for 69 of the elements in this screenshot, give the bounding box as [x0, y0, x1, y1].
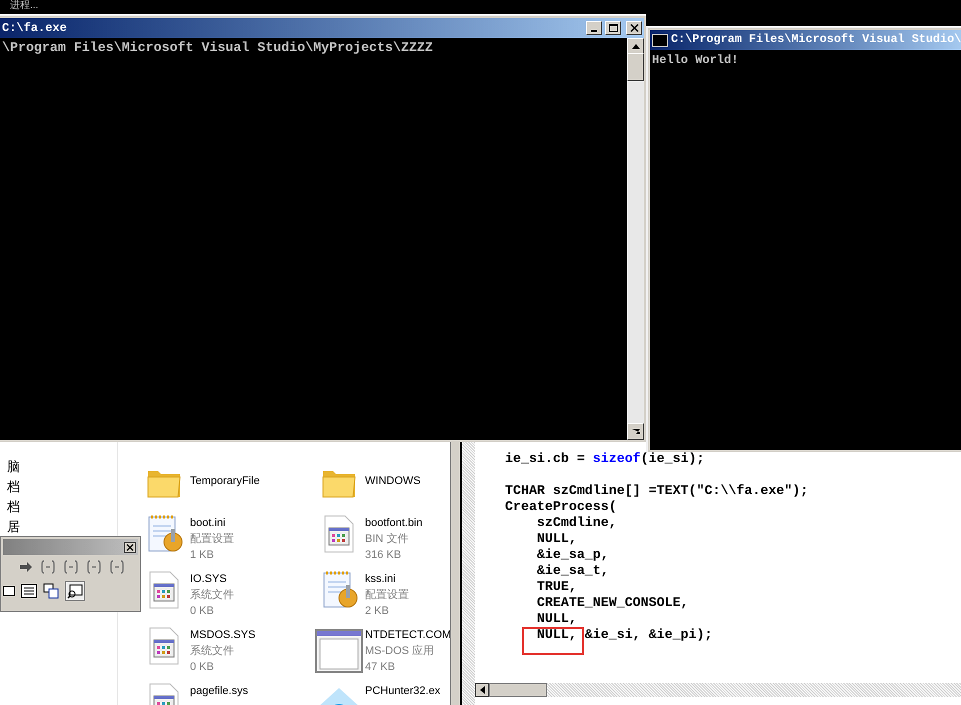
- file-name[interactable]: NTDETECT.COM: [365, 627, 452, 643]
- inspect-button[interactable]: [65, 581, 85, 601]
- windows-icon[interactable]: [43, 583, 59, 599]
- file-name[interactable]: MSDOS.SYS: [190, 627, 256, 643]
- scrollbar[interactable]: [450, 440, 460, 705]
- left-arrow-icon: [480, 686, 484, 694]
- file-name[interactable]: boot.ini: [190, 515, 226, 531]
- code-line: szCmdline,: [536, 515, 618, 531]
- close-icon[interactable]: [124, 542, 136, 552]
- braces-icon[interactable]: [86, 559, 102, 575]
- braces-icon[interactable]: [63, 559, 79, 575]
- scroll-thumb[interactable]: [489, 683, 547, 697]
- file-size: 47 KB: [365, 660, 395, 675]
- vertical-scrollbar[interactable]: [627, 38, 644, 440]
- list-icon[interactable]: [21, 584, 37, 598]
- code-line: &ie_sa_t,: [536, 563, 610, 579]
- code-line: CREATE_NEW_CONSOLE,: [536, 595, 690, 611]
- code-line: ie_si.cb = sizeof(ie_si);: [505, 451, 706, 467]
- code-line: TRUE,: [536, 579, 578, 595]
- file-name[interactable]: WINDOWS: [365, 472, 421, 488]
- file-name[interactable]: TemporaryFile: [190, 472, 260, 488]
- code-line: &ie_sa_p,: [536, 547, 610, 563]
- window-icon[interactable]: [315, 626, 363, 674]
- close-button[interactable]: [626, 21, 642, 35]
- maximize-button[interactable]: [605, 21, 621, 35]
- file-name[interactable]: IO.SYS: [190, 571, 227, 587]
- file-type: BIN 文件: [365, 532, 408, 547]
- file-type: 配置设置: [190, 532, 234, 547]
- tree-item[interactable]: 脑: [7, 457, 20, 477]
- file-name[interactable]: bootfont.bin: [365, 515, 422, 531]
- up-arrow-icon: [632, 44, 640, 49]
- console-icon: [652, 34, 668, 46]
- minimize-button[interactable]: [586, 21, 602, 35]
- file-type: 配置设置: [365, 588, 409, 603]
- code-line: NULL,: [536, 611, 578, 627]
- arrow-icon[interactable]: [19, 561, 33, 573]
- file-type: MS-DOS 应用: [365, 644, 434, 659]
- file-name[interactable]: kss.ini: [365, 571, 396, 587]
- code-line: TCHAR szCmdline[] =TEXT("C:\\fa.exe");: [505, 483, 808, 499]
- tree-item[interactable]: 档: [7, 477, 20, 497]
- scroll-left-button[interactable]: [475, 683, 489, 697]
- tree-item[interactable]: 居: [7, 517, 20, 537]
- close-icon: [628, 22, 640, 34]
- file-type: 系统文件: [190, 588, 234, 603]
- minimize-icon: [591, 30, 597, 32]
- status-text: 进程...: [10, 0, 38, 12]
- console-text: Hello World!: [652, 52, 740, 68]
- scroll-down-button[interactable]: [627, 423, 644, 440]
- file-type: 系统文件: [190, 644, 234, 659]
- file-size: 0 KB: [190, 660, 214, 675]
- file-size: 0 KB: [190, 604, 214, 619]
- magnifier-icon: [67, 584, 83, 598]
- file-size: 316 KB: [365, 548, 402, 563]
- code-line: NULL,: [536, 531, 578, 547]
- code-line: CreateProcess(: [505, 499, 618, 515]
- file-size: 1 KB: [190, 548, 214, 563]
- window-title: C:\Program Files\Microsoft Visual Studio\: [671, 31, 961, 48]
- file-name[interactable]: pagefile.sys: [190, 683, 248, 699]
- file-size: 2 KB: [365, 604, 389, 619]
- code-line: NULL, &ie_si, &ie_pi);: [505, 627, 808, 643]
- window-title: C:\fa.exe: [2, 20, 68, 37]
- braces-icon[interactable]: [109, 559, 125, 575]
- horizontal-scrollbar[interactable]: [475, 683, 961, 697]
- braces-icon[interactable]: [40, 559, 56, 575]
- tree-item[interactable]: 档: [7, 497, 20, 517]
- maximize-icon: [606, 22, 620, 34]
- file-name[interactable]: PCHunter32.ex: [365, 683, 440, 699]
- console-text: \Program Files\Microsoft Visual Studio\MyProjects\ZZZZ: [2, 40, 434, 56]
- frame-icon[interactable]: [3, 585, 15, 597]
